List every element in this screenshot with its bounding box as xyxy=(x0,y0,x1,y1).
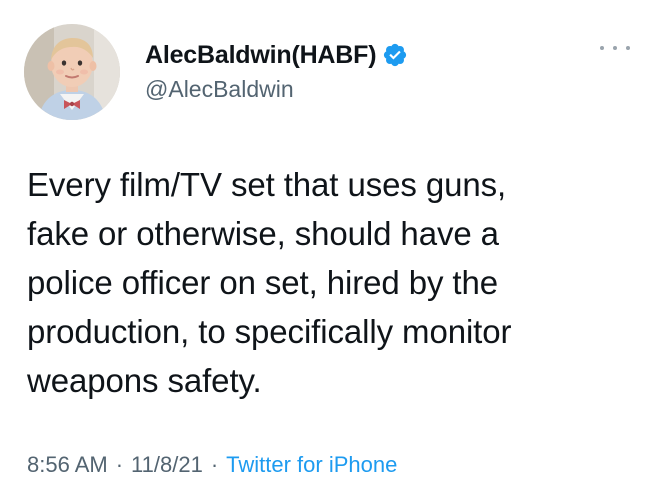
author-names: AlecBaldwin(HABF) @AlecBaldwin xyxy=(145,40,408,103)
more-dot xyxy=(613,46,617,50)
tweet-time[interactable]: 8:56 AM xyxy=(27,452,108,478)
more-dot xyxy=(600,46,604,50)
meta-separator: · xyxy=(210,452,219,477)
more-dot xyxy=(626,46,630,50)
meta-separator: · xyxy=(115,452,124,477)
tweet-card: AlecBaldwin(HABF) @AlecBaldwin Every fil… xyxy=(0,0,650,498)
tweet-source-link[interactable]: Twitter for iPhone xyxy=(226,452,397,478)
more-options-icon[interactable] xyxy=(600,42,630,54)
display-name-row: AlecBaldwin(HABF) xyxy=(145,40,408,70)
tweet-header: AlecBaldwin(HABF) @AlecBaldwin xyxy=(24,24,630,120)
avatar-image xyxy=(24,24,120,120)
tweet-text: Every film/TV set that uses guns, fake o… xyxy=(27,166,512,399)
avatar[interactable] xyxy=(24,24,120,120)
author-handle[interactable]: @AlecBaldwin xyxy=(145,76,408,103)
verified-badge-icon xyxy=(382,42,408,68)
tweet-meta: 8:56 AM · 11/8/21 · Twitter for iPhone xyxy=(27,452,397,478)
display-name[interactable]: AlecBaldwin(HABF) xyxy=(145,41,377,70)
tweet-date[interactable]: 11/8/21 xyxy=(131,452,203,478)
